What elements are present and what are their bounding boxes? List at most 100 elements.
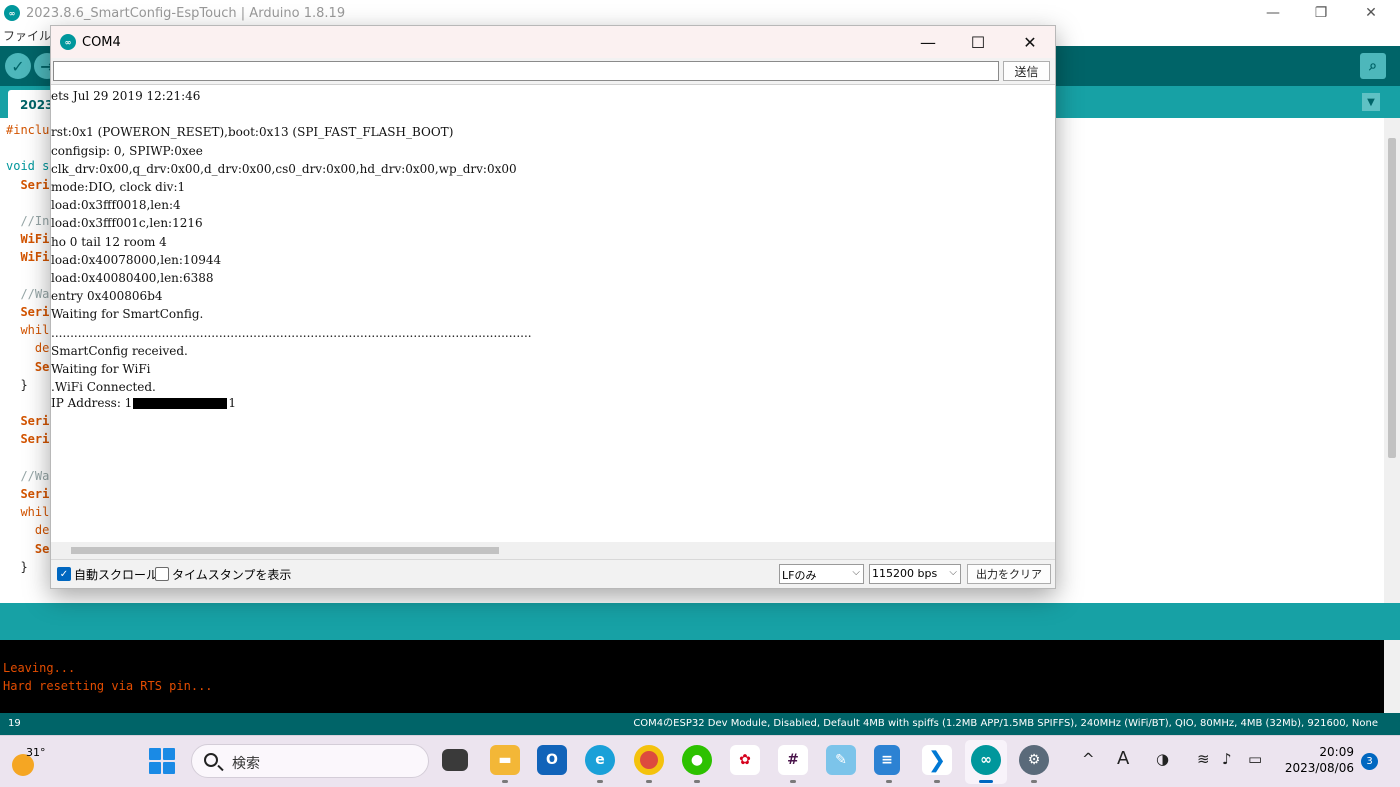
serial-bottom-bar: ✓ 自動スクロール タイムスタンプを表示 LFのみ ⌵ 115200 bps ⌵…	[51, 559, 1055, 588]
running-indicator	[790, 780, 796, 783]
code-line: Seri	[6, 177, 50, 192]
taskbar: 31° 検索 ▬ O e ● ✿ # ✎ ≡ ❯ ∞ ⚙ ^ A ◑ ≋ ♪ ▭…	[0, 735, 1400, 787]
arduino-close-button[interactable]: ✕	[1346, 0, 1396, 26]
code-line: Seri	[6, 305, 50, 319]
search-icon	[204, 753, 218, 767]
serial-minimize-button[interactable]: —	[903, 26, 953, 58]
console-line: Hard resetting via RTS pin...	[3, 679, 213, 693]
arduino-minimize-button[interactable]: —	[1248, 0, 1298, 26]
clock-time: 20:09	[1319, 745, 1354, 759]
console-header	[0, 603, 1400, 640]
serial-output-line: load:0x40078000,len:10944	[51, 252, 222, 267]
running-indicator	[694, 780, 700, 783]
timestamp-label: タイムスタンプを表示	[172, 568, 292, 582]
taskbar-search[interactable]: 検索	[191, 744, 429, 778]
file-explorer-icon[interactable]: ▬	[490, 745, 520, 775]
serial-horizontal-scrollbar-thumb[interactable]	[71, 547, 499, 554]
serial-output-line: ........................................…	[51, 325, 532, 340]
running-indicator	[597, 780, 603, 783]
chevron-down-icon: ▼	[1367, 96, 1375, 108]
serial-output-line: ets Jul 29 2019 12:21:46	[51, 89, 201, 103]
notification-badge[interactable]: 3	[1361, 753, 1378, 770]
code-line: //In	[6, 214, 50, 228]
autoscroll-label: 自動スクロール	[74, 568, 159, 582]
volume-icon[interactable]: ♪	[1222, 750, 1232, 768]
battery-icon[interactable]: ▭	[1248, 750, 1262, 768]
status-bar: 19 COM4のESP32 Dev Module, Disabled, Defa…	[0, 713, 1400, 735]
davinci-icon[interactable]: ✿	[730, 745, 760, 775]
code-line: Se	[6, 359, 50, 374]
serial-monitor-window: ∞ COM4 — ☐ ✕ 送信 ets Jul 29 2019 12:21:46…	[50, 25, 1056, 589]
outlook-icon[interactable]: O	[537, 745, 567, 775]
active-indicator	[979, 780, 993, 783]
autoscroll-checkbox[interactable]: ✓	[57, 567, 71, 581]
code-line: #inclu	[6, 123, 50, 137]
serial-output-line: mode:DIO, clock div:1	[51, 180, 186, 194]
console-scrollbar[interactable]	[1384, 640, 1400, 713]
serial-output-line: Waiting for WiFi	[51, 362, 151, 376]
editor-scrollbar-thumb[interactable]	[1388, 138, 1396, 458]
serial-horizontal-scrollbar[interactable]	[51, 542, 1055, 559]
chrome-icon[interactable]	[634, 745, 664, 775]
taskbar-clock[interactable]: 20:09 2023/08/06	[1280, 744, 1354, 776]
serial-monitor-titlebar: ∞ COM4 — ☐ ✕	[51, 26, 1055, 58]
timestamp-checkbox[interactable]	[155, 567, 169, 581]
running-indicator	[646, 780, 652, 783]
clear-output-button[interactable]: 出力をクリア	[967, 564, 1051, 584]
code-line: Se	[6, 541, 50, 556]
serial-output-line: load:0x40080400,len:6388	[51, 271, 214, 285]
serial-output[interactable]: ets Jul 29 2019 12:21:46 rst:0x1 (POWERON…	[51, 84, 1055, 542]
code-line: Seri	[6, 487, 50, 501]
tab-menu-button[interactable]: ▼	[1362, 93, 1380, 111]
serial-monitor-title: COM4	[82, 34, 121, 50]
serial-maximize-button[interactable]: ☐	[953, 26, 1003, 58]
running-indicator	[886, 780, 892, 783]
tray-chevron-up-icon[interactable]: ^	[1082, 750, 1095, 768]
vscode-icon[interactable]: ❯	[922, 745, 952, 775]
console-line: Leaving...	[3, 661, 76, 675]
serial-output-line: Waiting for SmartConfig.	[51, 307, 204, 322]
wifi-icon[interactable]: ≋	[1197, 750, 1210, 768]
task-view-icon[interactable]	[442, 749, 468, 771]
code-line: whil	[6, 505, 50, 520]
line-ending-select[interactable]: LFのみ ⌵	[779, 564, 864, 584]
serial-output-line: SmartConfig received.	[51, 343, 188, 358]
code-line: de	[6, 523, 50, 538]
serial-output-line: clk_drv:0x00,q_drv:0x00,d_drv:0x00,cs0_d…	[51, 161, 517, 176]
code-line: de	[6, 341, 50, 356]
send-button[interactable]: 送信	[1003, 61, 1050, 81]
ip-address-suffix: 1	[228, 396, 236, 410]
serial-close-button[interactable]: ✕	[1005, 26, 1055, 58]
code-line: }	[6, 377, 28, 392]
status-line-number: 19	[8, 718, 21, 729]
editor-scrollbar[interactable]	[1384, 118, 1400, 603]
notepad-icon[interactable]: ≡	[874, 745, 900, 775]
wechat-icon[interactable]: ●	[682, 745, 712, 775]
verify-button[interactable]: ✓	[5, 53, 31, 79]
clock-date: 2023/08/06	[1284, 761, 1354, 775]
weather-widget[interactable]: 31°	[8, 742, 48, 782]
arduino-taskbar-icon[interactable]: ∞	[971, 745, 1001, 775]
serial-output-line: configsip: 0, SPIWP:0xee	[51, 143, 203, 158]
console-output: Leaving... Hard resetting via RTS pin...	[0, 640, 1400, 713]
serial-output-line: rst:0x1 (POWERON_RESET),boot:0x13 (SPI_F…	[51, 125, 454, 140]
slack-icon[interactable]: #	[778, 745, 808, 775]
serial-monitor-button[interactable]: ⌕	[1360, 53, 1386, 79]
windows-logo-icon	[149, 748, 161, 760]
paint-icon[interactable]: ✎	[826, 745, 856, 775]
settings-icon[interactable]: ⚙	[1019, 745, 1049, 775]
start-button[interactable]	[149, 748, 175, 774]
arduino-restore-button[interactable]: ❐	[1296, 0, 1346, 26]
code-line: void s	[6, 159, 50, 174]
serial-send-input[interactable]	[53, 61, 999, 81]
ime-mode-icon[interactable]: ◑	[1156, 750, 1169, 768]
arduino-logo-icon: ∞	[4, 5, 20, 21]
running-indicator	[934, 780, 940, 783]
arduino-titlebar: ∞ 2023.8.6_SmartConfig-EspTouch | Arduin…	[0, 0, 1400, 26]
ip-address-line: IP Address: 1 1	[51, 394, 236, 412]
ime-indicator[interactable]: A	[1117, 748, 1129, 769]
baud-rate-select[interactable]: 115200 bps ⌵	[869, 564, 961, 584]
redaction-bar	[133, 398, 228, 409]
edge-icon[interactable]: e	[585, 745, 615, 775]
checkmark-icon: ✓	[11, 56, 25, 76]
